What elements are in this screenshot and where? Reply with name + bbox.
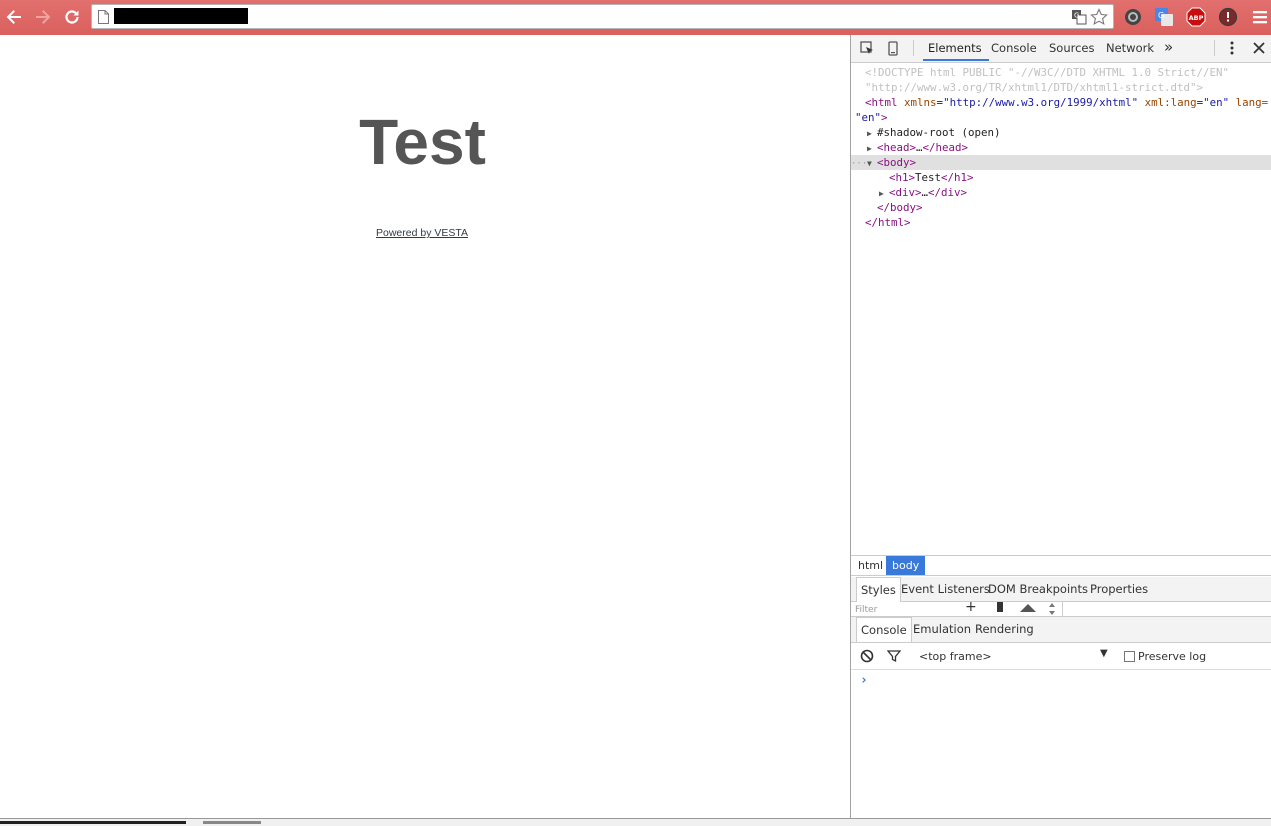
tab-network[interactable]: Network (1106, 41, 1154, 55)
adblock-plus-button[interactable]: ABP (1185, 6, 1207, 28)
more-tabs-button[interactable]: » (1164, 38, 1173, 56)
sidebar-tabs: Styles Event Listeners DOM Breakpoints P… (851, 577, 1271, 602)
back-button[interactable] (3, 6, 25, 28)
console-toolbar: <top frame> ▼ Preserve log (851, 643, 1271, 670)
back-arrow-icon (6, 10, 21, 24)
dom-html-open[interactable]: <html xmlns="http://www.w3.org/1999/xhtm… (865, 95, 1271, 110)
dom-html-close[interactable]: </html> (865, 215, 1271, 230)
devtools-panel: Elements Console Sources Network » <!DOC… (850, 35, 1271, 818)
chrome-menu-icon (1253, 11, 1267, 24)
color-format-icon[interactable] (1019, 602, 1037, 612)
drawer-tab-emulation[interactable]: Emulation (909, 617, 975, 641)
chrome-menu-button[interactable] (1249, 6, 1271, 28)
toggle-element-state-icon[interactable] (997, 602, 1003, 612)
expand-triangle-icon[interactable]: ▶ (867, 141, 877, 156)
dom-doctype-line-2[interactable]: "http://www.w3.org/TR/xhtml1/DTD/xhtml1-… (865, 80, 1271, 95)
warning-extension-button[interactable] (1217, 6, 1239, 28)
console-filter-button[interactable] (886, 648, 902, 664)
dom-div[interactable]: ▶ <div>…</div> (879, 185, 1271, 200)
warning-extension-icon (1218, 7, 1238, 27)
google-translate-extension-icon: G (1155, 8, 1173, 26)
frame-selector[interactable]: <top frame> (919, 650, 992, 663)
drawer-tab-rendering[interactable]: Rendering (971, 617, 1038, 641)
dom-breadcrumbs: html body (851, 555, 1271, 576)
kebab-menu-icon (1230, 41, 1234, 55)
add-style-rule-icon[interactable]: + (965, 602, 977, 615)
dom-h1[interactable]: <h1>Test</h1> (889, 170, 1271, 185)
tab-styles[interactable]: Styles (856, 577, 901, 602)
clear-console-button[interactable] (859, 648, 875, 664)
address-bar[interactable]: G (91, 4, 1114, 29)
tab-console[interactable]: Console (991, 41, 1037, 55)
taskbar-segment (203, 821, 261, 824)
filter-icon (887, 650, 901, 663)
tabbar-divider-right (1214, 40, 1215, 56)
translate-icon: G (1072, 10, 1087, 25)
reload-button[interactable] (61, 6, 83, 28)
clear-console-icon (860, 649, 874, 663)
browser-toolbar: G G ABP (0, 0, 1271, 36)
collapse-triangle-icon[interactable]: ▼ (867, 156, 877, 171)
drawer-tabs: Console Emulation Rendering (851, 617, 1271, 643)
bookmark-star-button[interactable] (1089, 7, 1109, 27)
expand-triangle-icon[interactable]: ▶ (879, 186, 889, 201)
drawer-tab-console[interactable]: Console (856, 617, 912, 642)
shield-extension-button[interactable] (1122, 6, 1144, 28)
page-icon (98, 10, 109, 24)
styles-pane: Filter + (851, 602, 1271, 617)
tab-elements[interactable]: Elements (928, 41, 982, 55)
mobile-device-icon (888, 40, 898, 56)
preserve-log-label: Preserve log (1138, 650, 1207, 663)
svg-text:ABP: ABP (1189, 14, 1204, 22)
inspect-cursor-icon (859, 40, 873, 54)
svg-text:G: G (1158, 11, 1164, 20)
dom-head[interactable]: ▶ <head>…</head> (867, 140, 1271, 155)
dom-body-selected[interactable]: ···▼ <body> (851, 155, 1271, 170)
dom-html-open-wrap[interactable]: "en"> (855, 110, 1271, 125)
tab-dom-breakpoints[interactable]: DOM Breakpoints (984, 577, 1092, 601)
pane-divider (1062, 602, 1063, 616)
tab-properties[interactable]: Properties (1086, 577, 1152, 601)
page-heading: Test (359, 106, 486, 178)
dom-doctype-line-1[interactable]: <!DOCTYPE html PUBLIC "-//W3C//DTD XHTML… (865, 65, 1271, 80)
device-mode-button[interactable] (885, 40, 901, 56)
translate-button[interactable]: G (1069, 7, 1089, 27)
close-icon (1253, 42, 1265, 54)
svg-text:G: G (1074, 12, 1079, 20)
url-text[interactable] (114, 8, 248, 24)
page-viewport: Test Powered by VESTA (0, 35, 850, 818)
devtools-menu-button[interactable] (1224, 40, 1240, 56)
inspect-element-button[interactable] (859, 40, 875, 56)
tab-sources[interactable]: Sources (1049, 41, 1095, 55)
star-icon (1090, 8, 1108, 25)
powered-by-link[interactable]: Powered by VESTA (376, 227, 468, 239)
console-prompt-icon: › (860, 673, 868, 688)
forward-arrow-icon (36, 10, 51, 24)
forward-button[interactable] (32, 6, 54, 28)
tab-event-listeners[interactable]: Event Listeners (897, 577, 994, 601)
pane-resize-icon[interactable] (1047, 602, 1057, 616)
console-input[interactable] (873, 671, 1267, 691)
styles-filter-input[interactable]: Filter (855, 605, 877, 615)
reload-icon (65, 10, 79, 24)
adblock-plus-icon: ABP (1186, 7, 1206, 27)
dom-shadow-root[interactable]: ▶ #shadow-root (open) (867, 125, 1271, 140)
devtools-tabbar: Elements Console Sources Network » (851, 35, 1271, 63)
preserve-log-checkbox[interactable] (1124, 651, 1135, 662)
close-devtools-button[interactable] (1251, 40, 1267, 56)
dom-tree: <!DOCTYPE html PUBLIC "-//W3C//DTD XHTML… (851, 64, 1271, 554)
taskbar-segment (0, 821, 186, 824)
breadcrumb-body[interactable]: body (886, 556, 926, 575)
dom-body-close[interactable]: </body> (877, 200, 1271, 215)
tabbar-divider (913, 40, 914, 56)
breadcrumb-html[interactable]: html (852, 556, 889, 575)
active-tab-indicator (923, 59, 989, 61)
expand-triangle-icon[interactable]: ▶ (867, 126, 877, 141)
google-translate-extension-button[interactable]: G (1153, 6, 1175, 28)
frame-dropdown-icon[interactable]: ▼ (1100, 648, 1108, 659)
shield-extension-icon (1125, 9, 1141, 25)
